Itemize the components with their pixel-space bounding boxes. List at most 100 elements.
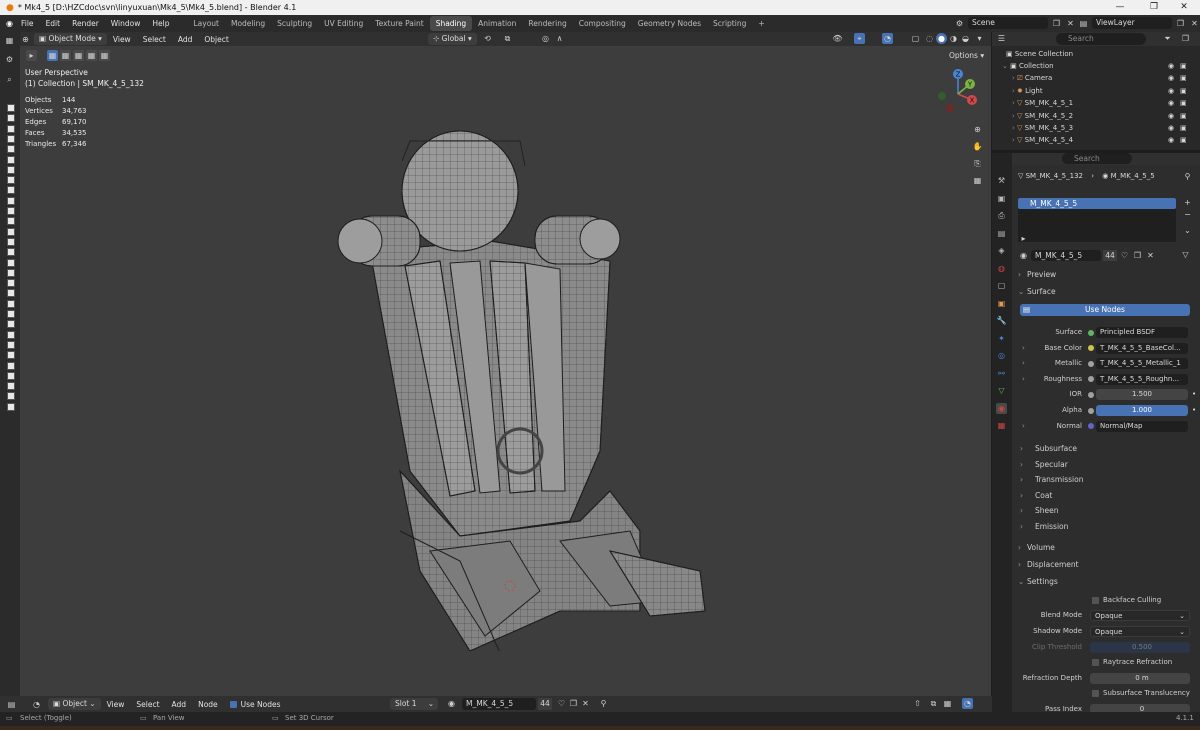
unlink-material-icon[interactable]: ✕ [580, 698, 591, 709]
object-mode-dropdown[interactable]: ▣ Object Mode ▾ [34, 33, 107, 45]
editor-type-icon[interactable]: ▦ [4, 35, 15, 46]
ortho-grid-icon[interactable]: ▦ [972, 175, 983, 186]
texture-slot-icon[interactable] [7, 227, 15, 236]
camera-render-icon[interactable]: ▣ [1180, 72, 1187, 84]
transmission-subpanel[interactable]: › Transmission [1020, 473, 1083, 487]
texture-slot-icon[interactable] [7, 186, 15, 195]
tab-layout[interactable]: Layout [187, 16, 225, 31]
select-extend-icon[interactable]: ▦ [60, 50, 71, 61]
outliner-item-sm-mk-4-5-2[interactable]: › ▽ SM_MK_4_5_2 ◉ ▣ [992, 110, 1200, 122]
menu-help[interactable]: Help [146, 15, 175, 32]
texture-slot-icon[interactable] [7, 361, 15, 370]
eye-icon[interactable]: ◉ [1168, 97, 1174, 109]
seat-model[interactable] [310, 91, 730, 651]
node-view-menu[interactable]: View [101, 696, 131, 713]
object-menu[interactable]: Object [198, 31, 234, 48]
material-slot-row[interactable]: M_MK_4_5_5 [1018, 198, 1176, 209]
delete-scene-icon[interactable]: ✕ [1065, 18, 1076, 29]
camera-view-icon[interactable]: ⎘ [972, 158, 983, 169]
select-invert-icon[interactable]: ▦ [86, 50, 97, 61]
field-value[interactable]: Principled BSDF [1096, 327, 1188, 338]
fake-user-icon[interactable]: ♡ [1119, 250, 1130, 261]
socket-dot-icon[interactable] [1088, 376, 1094, 383]
field-value[interactable]: T_MK_4_5_5_Metallic_1 [1096, 358, 1188, 370]
raytrace-refraction-checkbox[interactable]: Raytrace Refraction [1092, 656, 1172, 669]
tab-modeling[interactable]: Modeling [225, 16, 271, 31]
scene-name-field[interactable]: Scene [968, 17, 1048, 29]
eye-icon[interactable]: ◉ [1168, 60, 1174, 72]
rendered-shading-icon[interactable]: ◒ [960, 33, 971, 44]
output-tab-icon[interactable]: ⎙ [996, 210, 1007, 221]
view-menu[interactable]: View [107, 31, 137, 48]
visibility-icon[interactable]: 👁 [832, 33, 843, 44]
add-workspace-button[interactable]: + [752, 16, 770, 31]
specular-subpanel[interactable]: › Specular [1020, 458, 1068, 472]
expand-list-icon[interactable]: ▸ [1018, 233, 1029, 244]
render-tab-icon[interactable]: ▣ [996, 193, 1007, 204]
node-material-user-count[interactable]: 44 [538, 698, 552, 710]
zoom-icon[interactable]: ⊕ [972, 124, 983, 135]
duplicate-material-icon[interactable]: ❐ [568, 698, 579, 709]
data-tab-icon[interactable]: ▽ [996, 385, 1007, 396]
eye-icon[interactable]: ◉ [1168, 72, 1174, 84]
texture-slot-icon[interactable] [7, 114, 15, 123]
use-nodes-button[interactable]: ▤ Use Nodes [1020, 304, 1190, 316]
backface-culling-checkbox[interactable]: Backface Culling [1092, 594, 1161, 607]
material-tab-icon[interactable]: ◉ [996, 402, 1007, 414]
texture-slot-icon[interactable] [7, 196, 15, 205]
duplicate-material-icon[interactable]: ❐ [1132, 250, 1143, 261]
field-value[interactable]: 1.500 [1096, 389, 1188, 401]
3d-viewport[interactable]: ▸ ▦ ▦ ▦ ▦ ▦ Options ▾ User Perspective (… [20, 46, 991, 696]
minimize-button[interactable]: — [1104, 0, 1136, 15]
delete-view-layer-icon[interactable]: ✕ [1189, 18, 1200, 29]
node-menu[interactable]: Node [192, 696, 224, 713]
field-value[interactable]: 1.000 [1096, 405, 1188, 416]
tab-uv-editing[interactable]: UV Editing [318, 16, 369, 31]
subsurface-subpanel[interactable]: › Subsurface [1020, 442, 1077, 456]
fake-user-icon[interactable]: ♡ [556, 698, 567, 709]
shader-type-icon[interactable]: ◔ [31, 699, 42, 710]
node-material-name-field[interactable]: M_MK_4_5_5 [462, 698, 536, 710]
tab-geometry-nodes[interactable]: Geometry Nodes [632, 16, 707, 31]
refraction-depth-field[interactable]: 0 m [1090, 673, 1190, 684]
close-window-button[interactable]: ✕ [1168, 0, 1200, 15]
object-tab-icon[interactable]: ▣ [996, 298, 1007, 309]
material-user-count[interactable]: 44 [1103, 249, 1117, 261]
xray-icon[interactable]: ▢ [910, 33, 921, 44]
snap-icon[interactable]: ⧉ [928, 698, 939, 709]
solid-shading-icon[interactable]: ● [936, 33, 947, 44]
physics-tab-icon[interactable]: ◎ [996, 350, 1007, 361]
scene-collection-row[interactable]: ▣ Scene Collection [992, 48, 1200, 60]
clip-threshold-field[interactable]: 0.500 [1090, 642, 1190, 653]
texture-slot-icon[interactable] [7, 289, 15, 298]
outliner-item-sm-mk-4-5-1[interactable]: › ▽ SM_MK_4_5_1 ◉ ▣ [992, 97, 1200, 109]
texture-slot-icon[interactable] [7, 258, 15, 267]
texture-slot-icon[interactable] [7, 268, 15, 277]
coat-subpanel[interactable]: › Coat [1020, 489, 1052, 503]
add-menu[interactable]: Add [172, 31, 199, 48]
new-collection-icon[interactable]: ❐ [1180, 33, 1191, 44]
constraints-tab-icon[interactable]: ⚯ [996, 368, 1007, 379]
shading-options-icon[interactable]: ▾ [974, 33, 985, 44]
menu-render[interactable]: Render [66, 15, 105, 32]
texture-slot-icon[interactable] [7, 217, 15, 226]
socket-dot-icon[interactable] [1088, 423, 1094, 430]
select-menu[interactable]: Select [137, 31, 172, 48]
camera-render-icon[interactable]: ▣ [1180, 60, 1187, 72]
modifier-tab-icon[interactable]: 🔧 [996, 315, 1007, 326]
camera-render-icon[interactable]: ▣ [1180, 134, 1187, 146]
pin-icon[interactable]: ⚲ [1182, 171, 1193, 182]
node-select-menu[interactable]: Select [130, 696, 165, 713]
field-value[interactable]: T_MK_4_5_5_Roughn... [1096, 373, 1188, 385]
snap-target-icon[interactable]: ▦ [942, 698, 953, 709]
eye-icon[interactable]: ◉ [1168, 122, 1174, 134]
node-overlay-icon[interactable]: ◔ [962, 698, 973, 709]
use-nodes-checkbox[interactable]: Use Nodes [224, 696, 287, 713]
maximize-button[interactable]: ❐ [1138, 0, 1170, 15]
add-slot-icon[interactable]: + [1182, 197, 1193, 208]
material-shading-icon[interactable]: ◑ [948, 33, 959, 44]
tab-sculpting[interactable]: Sculpting [271, 16, 318, 31]
volume-panel-header[interactable]: › Volume [1018, 541, 1055, 555]
texture-slot-icon[interactable] [7, 237, 15, 246]
subsurface-translucency-checkbox[interactable]: Subsurface Translucency [1092, 687, 1190, 700]
